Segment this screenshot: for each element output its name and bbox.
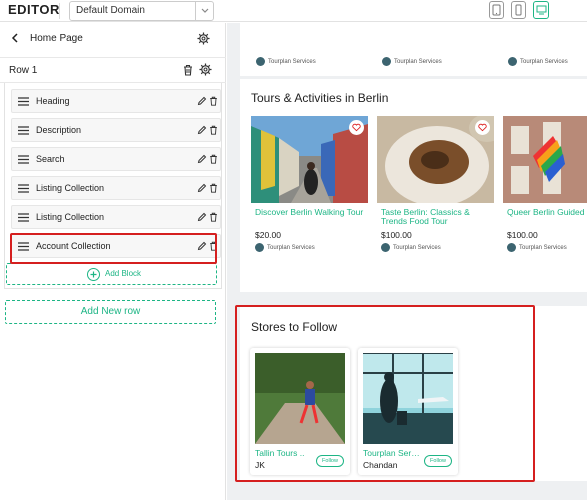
previous-section: $20.00 Tourplan Services Tourplan Servic…: [240, 23, 587, 76]
seller: Tourplan Services: [381, 243, 441, 252]
tour-card[interactable]: Queer Berlin Guided $100.00 Tourplan Ser…: [503, 116, 587, 290]
row-header[interactable]: Row 1: [0, 57, 226, 83]
trash-icon[interactable]: [209, 96, 218, 106]
tour-price: $20.00: [255, 230, 281, 240]
pencil-icon[interactable]: [197, 212, 207, 222]
tours-section: Tours & Activities in Berlin Discover Be…: [240, 79, 587, 292]
avatar: [381, 243, 390, 252]
row-settings-gear-icon[interactable]: [199, 63, 212, 76]
tour-name[interactable]: Taste Berlin: Classics & Trends Food Tou…: [381, 208, 496, 226]
tour-price: $100.00: [507, 230, 538, 240]
tablet-view-button[interactable]: [489, 1, 504, 19]
drag-handle-icon[interactable]: [18, 126, 29, 135]
plus-circle-icon: [87, 268, 100, 281]
chevron-down-icon[interactable]: [195, 2, 213, 20]
tour-price: $100.00: [381, 230, 412, 240]
drag-handle-icon[interactable]: [18, 155, 29, 164]
drag-handle-icon[interactable]: [18, 213, 29, 222]
heart-icon[interactable]: [349, 120, 364, 135]
domain-select[interactable]: Default Domain: [69, 1, 214, 21]
avatar: [382, 57, 391, 66]
pencil-icon[interactable]: [197, 154, 207, 164]
pencil-icon[interactable]: [197, 96, 207, 106]
top-bar: EDITOR Default Domain: [0, 0, 587, 22]
tour-image: [503, 116, 587, 203]
tour-card[interactable]: Taste Berlin: Classics & Trends Food Tou…: [377, 116, 494, 290]
seller: Tourplan Services: [382, 57, 442, 66]
heart-icon[interactable]: [475, 120, 490, 135]
add-block-label: Add Block: [105, 269, 142, 278]
seller: Tourplan Services: [255, 243, 315, 252]
gear-icon[interactable]: [197, 32, 210, 45]
seller: Tourplan Services: [507, 243, 567, 252]
desktop-view-button[interactable]: [533, 1, 549, 19]
block-item[interactable]: Listing Collection: [11, 176, 221, 200]
block-label: Heading: [36, 96, 70, 106]
highlight-stores-section: [235, 305, 535, 482]
tablet-icon: [492, 4, 501, 16]
pencil-icon[interactable]: [197, 125, 207, 135]
trash-icon[interactable]: [183, 64, 193, 76]
block-item[interactable]: Search: [11, 147, 221, 171]
tour-card[interactable]: Discover Berlin Walking Tour $20.00 Tour…: [251, 116, 368, 290]
back-arrow-icon[interactable]: [10, 33, 20, 43]
trash-icon[interactable]: [209, 154, 218, 164]
block-label: Description: [36, 125, 82, 135]
block-label: Search: [36, 154, 65, 164]
avatar: [256, 57, 265, 66]
add-new-row-button[interactable]: Add New row: [5, 300, 216, 324]
page-title: Home Page: [30, 33, 83, 44]
mobile-view-button[interactable]: [511, 1, 526, 19]
section-title: Tours & Activities in Berlin: [251, 91, 389, 105]
tour-name[interactable]: Queer Berlin Guided: [507, 208, 587, 217]
drag-handle-icon[interactable]: [18, 184, 29, 193]
seller: Tourplan Services: [508, 57, 568, 66]
trash-icon[interactable]: [209, 183, 218, 193]
trash-icon[interactable]: [209, 212, 218, 222]
pencil-icon[interactable]: [197, 183, 207, 193]
drag-handle-icon[interactable]: [18, 97, 29, 106]
avatar: [508, 57, 517, 66]
domain-select-value: Default Domain: [76, 5, 145, 16]
row-label: Row 1: [9, 65, 38, 76]
highlight-account-collection: [10, 233, 217, 264]
mobile-icon: [515, 4, 522, 16]
tour-name[interactable]: Discover Berlin Walking Tour: [255, 208, 370, 217]
block-label: Listing Collection: [36, 212, 105, 222]
trash-icon[interactable]: [209, 125, 218, 135]
tour-image: [377, 116, 494, 203]
block-item[interactable]: Description: [11, 118, 221, 142]
sidebar-header: Home Page: [0, 23, 226, 57]
seller: Tourplan Services: [256, 57, 316, 66]
desktop-icon: [536, 5, 547, 15]
avatar: [507, 243, 516, 252]
add-block-button[interactable]: Add Block: [6, 263, 217, 285]
block-item[interactable]: Heading: [11, 89, 221, 113]
app-title: EDITOR: [8, 2, 60, 17]
block-item[interactable]: Listing Collection: [11, 205, 221, 229]
block-label: Listing Collection: [36, 183, 105, 193]
divider: [59, 3, 60, 19]
tour-image: [251, 116, 368, 203]
avatar: [255, 243, 264, 252]
